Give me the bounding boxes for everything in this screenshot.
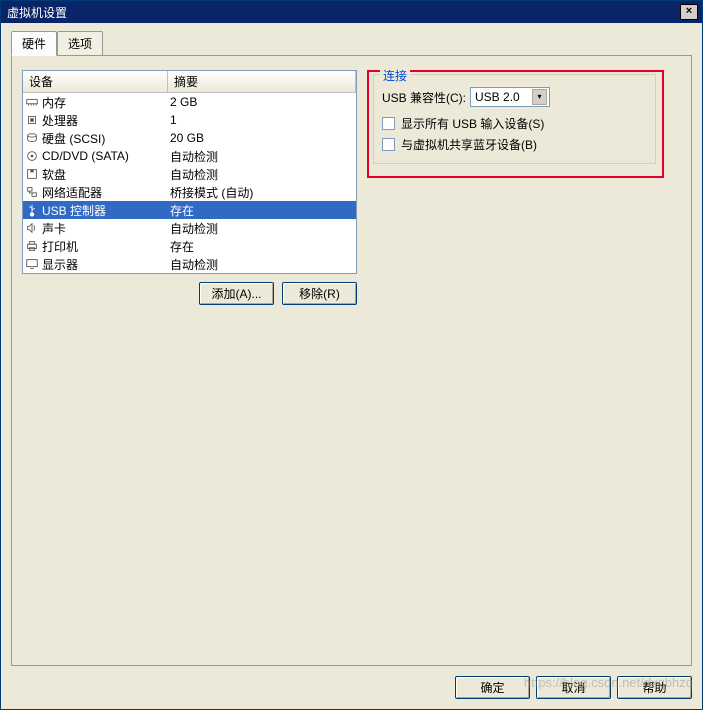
cd-icon <box>25 149 39 163</box>
dialog-body: 硬件 选项 设备 摘要 内存 2 GB 处理器 1 硬盘 (SCSI) 20 GB CD/D… <box>1 23 702 709</box>
add-button[interactable]: 添加(A)... <box>199 282 274 305</box>
device-summary: 自动检测 <box>168 148 354 165</box>
device-label: 硬盘 (SCSI) <box>42 130 105 147</box>
memory-icon <box>25 95 39 109</box>
disk-icon <box>25 131 39 145</box>
device-label: 声卡 <box>42 220 66 237</box>
device-summary: 存在 <box>168 202 354 219</box>
connection-group: 连接 USB 兼容性(C): USB 2.0 ▾ 显示所有 USB <box>373 74 656 164</box>
cpu-icon <box>25 113 39 127</box>
floppy-icon <box>25 167 39 181</box>
device-row-cd[interactable]: CD/DVD (SATA) 自动检测 <box>23 147 356 165</box>
device-row-sound[interactable]: 声卡 自动检测 <box>23 219 356 237</box>
vm-settings-window: 虚拟机设置 × 硬件 选项 设备 摘要 内存 2 GB 处理器 1 硬盘 (SCSI) 2… <box>0 0 703 710</box>
close-button[interactable]: × <box>680 4 698 20</box>
titlebar: 虚拟机设置 × <box>1 1 702 23</box>
share-bluetooth-row[interactable]: 与虚拟机共享蓝牙设备(B) <box>382 136 647 153</box>
device-row-display[interactable]: 显示器 自动检测 <box>23 255 356 273</box>
device-row-disk[interactable]: 硬盘 (SCSI) 20 GB <box>23 129 356 147</box>
share-bluetooth-checkbox[interactable] <box>382 138 395 151</box>
device-summary: 存在 <box>168 238 354 255</box>
usb-compat-value: USB 2.0 <box>475 90 520 104</box>
tab-options[interactable]: 选项 <box>57 31 103 55</box>
connection-group-title: 连接 <box>380 67 410 84</box>
device-row-cpu[interactable]: 处理器 1 <box>23 111 356 129</box>
device-label: 网络适配器 <box>42 184 102 201</box>
list-body: 内存 2 GB 处理器 1 硬盘 (SCSI) 20 GB CD/DVD (SATA) 自动检… <box>23 93 356 273</box>
show-all-usb-row[interactable]: 显示所有 USB 输入设备(S) <box>382 115 647 132</box>
device-label: USB 控制器 <box>42 202 106 219</box>
list-buttons: 添加(A)... 移除(R) <box>22 282 357 305</box>
device-list[interactable]: 设备 摘要 内存 2 GB 处理器 1 硬盘 (SCSI) 20 GB CD/DVD (SA… <box>22 70 357 274</box>
remove-button[interactable]: 移除(R) <box>282 282 357 305</box>
device-row-usb[interactable]: USB 控制器 存在 <box>23 201 356 219</box>
usb-icon <box>25 203 39 217</box>
device-label: 处理器 <box>42 112 78 129</box>
device-row-network[interactable]: 网络适配器 桥接模式 (自动) <box>23 183 356 201</box>
ok-button[interactable]: 确定 <box>455 676 530 699</box>
device-label: CD/DVD (SATA) <box>42 149 129 163</box>
device-summary: 自动检测 <box>168 166 354 183</box>
usb-compat-label: USB 兼容性(C): <box>382 89 466 106</box>
highlight-annotation: 连接 USB 兼容性(C): USB 2.0 ▾ 显示所有 USB <box>367 70 664 178</box>
device-summary: 20 GB <box>168 131 354 145</box>
sound-icon <box>25 221 39 235</box>
show-all-usb-checkbox[interactable] <box>382 117 395 130</box>
device-summary: 自动检测 <box>168 220 354 237</box>
content-row: 设备 摘要 内存 2 GB 处理器 1 硬盘 (SCSI) 20 GB CD/DVD (SA… <box>22 70 681 655</box>
device-label: 内存 <box>42 94 66 111</box>
device-summary: 1 <box>168 113 354 127</box>
cancel-button[interactable]: 取消 <box>536 676 611 699</box>
device-row-printer[interactable]: 打印机 存在 <box>23 237 356 255</box>
share-bluetooth-label: 与虚拟机共享蓝牙设备(B) <box>401 136 537 153</box>
help-button[interactable]: 帮助 <box>617 676 692 699</box>
device-row-memory[interactable]: 内存 2 GB <box>23 93 356 111</box>
header-device[interactable]: 设备 <box>23 71 168 92</box>
device-summary: 2 GB <box>168 95 354 109</box>
window-title: 虚拟机设置 <box>5 4 67 21</box>
chevron-down-icon: ▾ <box>532 89 547 105</box>
dialog-buttons: 确定 取消 帮助 <box>11 676 692 699</box>
show-all-usb-label: 显示所有 USB 输入设备(S) <box>401 115 544 132</box>
left-column: 设备 摘要 内存 2 GB 处理器 1 硬盘 (SCSI) 20 GB CD/DVD (SA… <box>22 70 357 655</box>
printer-icon <box>25 239 39 253</box>
tab-strip: 硬件 选项 <box>11 31 692 55</box>
device-row-floppy[interactable]: 软盘 自动检测 <box>23 165 356 183</box>
usb-compat-row: USB 兼容性(C): USB 2.0 ▾ <box>382 87 647 107</box>
network-icon <box>25 185 39 199</box>
header-summary[interactable]: 摘要 <box>168 71 356 92</box>
tab-panel: 设备 摘要 内存 2 GB 处理器 1 硬盘 (SCSI) 20 GB CD/DVD (SA… <box>11 55 692 666</box>
device-summary: 桥接模式 (自动) <box>168 184 354 201</box>
right-pane: 连接 USB 兼容性(C): USB 2.0 ▾ 显示所有 USB <box>367 70 681 655</box>
device-label: 软盘 <box>42 166 66 183</box>
list-header: 设备 摘要 <box>23 71 356 93</box>
display-icon <box>25 257 39 271</box>
usb-compat-select[interactable]: USB 2.0 ▾ <box>470 87 550 107</box>
device-label: 打印机 <box>42 238 78 255</box>
device-summary: 自动检测 <box>168 256 354 273</box>
tab-hardware[interactable]: 硬件 <box>11 31 57 56</box>
device-label: 显示器 <box>42 256 78 273</box>
